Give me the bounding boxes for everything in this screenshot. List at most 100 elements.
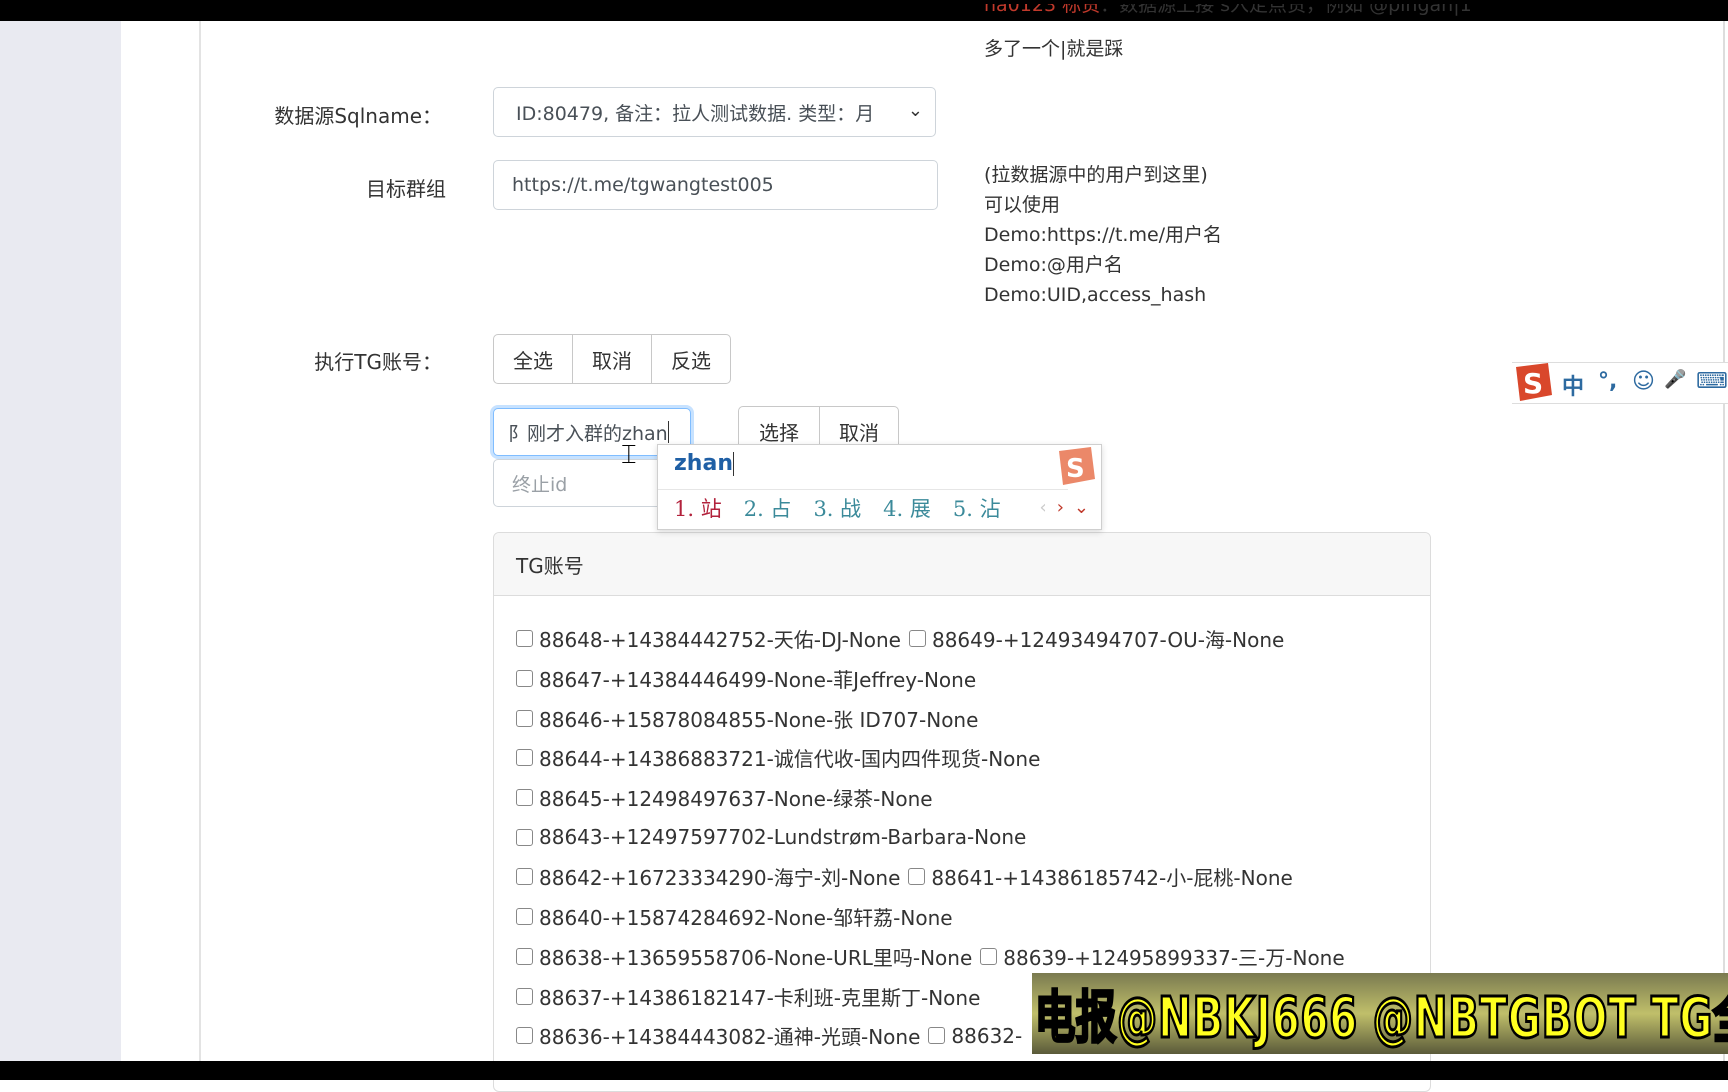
target-help-line: (拉数据源中的用户到这里) (984, 164, 1208, 186)
account-row: 88638-+13659558706-None-URL里吗-None 88639-… (516, 937, 1353, 977)
ime-next-page-icon[interactable]: › (1057, 497, 1064, 518)
account-label: 88640-+15874284692-None-邹轩荔-None (539, 906, 953, 931)
account-label: 88643-+12497597702-Lundstrøm-Barbara-Non… (539, 825, 1027, 850)
ime-candidate[interactable]: 1. 站 (674, 493, 722, 523)
emoji-icon[interactable]: ☺ (1632, 369, 1655, 394)
account-item[interactable]: 88640-+15874284692-None-邹轩荔-None (516, 902, 953, 931)
account-item[interactable]: 88639-+12495899337-三-万-None (980, 942, 1345, 971)
target-help-line: 可以使用 (984, 194, 1061, 216)
account-label: 88642-+16723334290-海宁-刘-None (539, 866, 901, 891)
ime-prev-page-icon[interactable]: ‹ (1040, 497, 1047, 518)
account-label: 88637-+14386182147-卡利班-克里斯丁-None (539, 985, 981, 1010)
deselect-button[interactable]: 取消 (572, 334, 652, 384)
svg-text:S: S (1066, 454, 1085, 484)
account-button-group: 全选 取消 反选 (493, 334, 731, 384)
target-group-input[interactable]: https://t.me/tgwangtest005 (493, 160, 938, 210)
account-item[interactable]: 88632- (928, 1024, 1022, 1048)
account-label: 88648-+14384442752-天佑-DJ-None (539, 628, 901, 653)
target-help-line: Demo:https://t.me/用户名 (984, 224, 1223, 246)
account-checkbox[interactable] (928, 1027, 946, 1045)
account-item[interactable]: 88644-+14386883721-诚信代收-国内四件现货-None (516, 743, 1040, 772)
end-id-placeholder: 终止id (512, 473, 568, 496)
account-item[interactable]: 88638-+13659558706-None-URL里吗-None (516, 942, 972, 971)
start-id-value: 阝刚才入群的zhan (508, 422, 668, 445)
account-row: 88648-+14384442752-天佑-DJ-None 88649-+1249… (516, 619, 1353, 659)
account-label: 88649-+12493494707-OU-海-None (931, 628, 1285, 653)
target-help-line: Demo:UID,access_hash (984, 284, 1207, 306)
ime-candidate[interactable]: 4. 展 (883, 493, 931, 523)
ime-candidates: 1. 站 2. 占 3. 战 4. 展 5. 沾 (674, 493, 1023, 523)
top-help-line2: 多了一个|就是踩 (984, 38, 1124, 60)
account-item[interactable]: 88643-+12497597702-Lundstrøm-Barbara-Non… (516, 825, 1026, 849)
datasource-select[interactable]: ID:80479, 备注：拉人测试数据. 类型：月 ⌄ (493, 87, 936, 137)
account-checkbox[interactable] (516, 630, 533, 648)
watermark-banner: 电报@NBKJ666 @NBTGBOT TG全能营销 (1032, 973, 1728, 1054)
scrollbar-track[interactable] (1723, 21, 1725, 1061)
account-item[interactable]: 88646-+15878084855-None-张 ID707-None (516, 704, 978, 733)
account-label: 88646-+15878084855-None-张 ID707-None (539, 707, 979, 732)
account-checkbox[interactable] (516, 670, 533, 688)
account-label: 88638-+13659558706-None-URL里吗-None (539, 945, 973, 970)
account-label: 88647-+14384446499-None-菲Jeffrey-None (539, 668, 977, 693)
punctuation-icon[interactable]: °, (1598, 369, 1617, 394)
account-item[interactable]: 88641-+14386185742-小-屁桃-None (908, 862, 1293, 891)
ime-composition-text: zhan (674, 451, 733, 476)
account-item[interactable]: 88648-+14384442752-天佑-DJ-None (516, 624, 901, 653)
account-checkbox[interactable] (516, 947, 533, 965)
account-row: 88646-+15878084855-None-张 ID707-None (516, 698, 1353, 738)
account-label: 88636-+14384443082-通神-光頭-None (539, 1025, 921, 1050)
target-group-label: 目标群组 (366, 177, 446, 201)
account-checkbox[interactable] (516, 1027, 533, 1045)
account-item[interactable]: 88642-+16723334290-海宁-刘-None (516, 862, 900, 891)
ime-toolbar: S 中 °, ☺ 🎤 ⌨ (1512, 362, 1728, 404)
target-help: (拉数据源中的用户到这里) 可以使用 Demo:https://t.me/用户名… (984, 160, 1222, 310)
svg-text:S: S (1523, 367, 1543, 400)
account-checkbox[interactable] (516, 828, 533, 846)
select-all-button[interactable]: 全选 (493, 334, 573, 384)
account-checkbox[interactable] (908, 630, 926, 648)
top-help-rest: ：数据源上接 s入定点货，例如 @pingan|1 (1100, 4, 1472, 16)
account-checkbox[interactable] (516, 868, 533, 886)
account-item[interactable]: 88637-+14386182147-卡利班-克里斯丁-None (516, 982, 980, 1011)
account-checkbox[interactable] (516, 749, 533, 767)
datasource-value: ID:80479, 备注：拉人测试数据. 类型：月 (516, 102, 875, 125)
ime-composition: zhan (674, 451, 734, 476)
account-checkbox[interactable] (980, 947, 998, 965)
keyboard-icon[interactable]: ⌨ (1696, 369, 1728, 394)
ime-candidate[interactable]: 2. 占 (744, 493, 792, 523)
account-checkbox[interactable] (516, 908, 533, 926)
account-item[interactable]: 88649-+12493494707-OU-海-None (908, 624, 1285, 653)
top-help-red: ha0123 标货 (984, 4, 1101, 16)
account-item[interactable]: 88636-+14384443082-通神-光頭-None (516, 1021, 920, 1050)
bottom-black-bar (0, 1061, 1728, 1080)
account-row: 88640-+15874284692-None-邹轩荔-None (516, 897, 1353, 937)
top-help-line1: ha0123 标货：数据源上接 s入定点货，例如 @pingan|1 (984, 4, 1472, 28)
account-label: 88639-+12495899337-三-万-None (1003, 945, 1345, 970)
ime-candidate-popup: zhan S 1. 站 2. 占 3. 战 4. 展 5. 沾 ‹ › ⌄ (657, 444, 1102, 530)
sogou-logo-icon: S (1059, 447, 1095, 485)
target-group-value: https://t.me/tgwangtest005 (512, 174, 774, 196)
accounts-card-title: TG账号 (494, 533, 1430, 596)
account-item[interactable]: 88647-+14384446499-None-菲Jeffrey-None (516, 664, 976, 693)
account-checkbox[interactable] (516, 987, 533, 1005)
ime-candidate[interactable]: 3. 战 (813, 493, 861, 523)
ime-nav: ‹ › ⌄ (1040, 497, 1090, 518)
account-checkbox[interactable] (908, 868, 926, 886)
account-checkbox[interactable] (516, 789, 533, 807)
ime-expand-icon[interactable]: ⌄ (1074, 497, 1089, 518)
chinese-mode-icon[interactable]: 中 (1562, 369, 1584, 401)
microphone-icon[interactable]: 🎤 (1664, 369, 1686, 390)
account-label: 88641-+14386185742-小-屁桃-None (931, 866, 1293, 891)
account-checkbox[interactable] (516, 709, 533, 727)
chevron-down-icon: ⌄ (907, 100, 923, 121)
sogou-logo-icon[interactable]: S (1512, 361, 1556, 405)
account-row: 88645-+12498497637-None-绿茶-None (516, 778, 1353, 818)
account-label: 88645-+12498497637-None-绿茶-None (539, 787, 933, 812)
invert-selection-button[interactable]: 反选 (651, 334, 731, 384)
account-label: 88644-+14386883721-诚信代收-国内四件现货-None (539, 747, 1041, 772)
account-row: 88643-+12497597702-Lundstrøm-Barbara-Non… (516, 817, 1353, 857)
ime-candidate[interactable]: 5. 沾 (953, 493, 1001, 523)
account-row: 88642-+16723334290-海宁-刘-None 88641-+14386… (516, 857, 1353, 897)
text-cursor-icon: ⌶ (621, 440, 637, 470)
account-item[interactable]: 88645-+12498497637-None-绿茶-None (516, 783, 933, 812)
